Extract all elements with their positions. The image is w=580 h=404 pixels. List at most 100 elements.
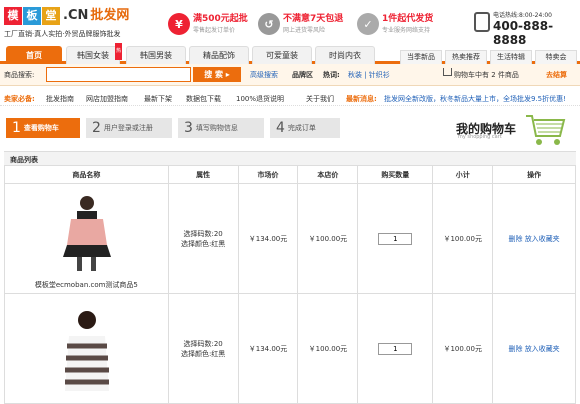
attr-color: 选择颜色:红黑 xyxy=(180,239,226,248)
step-label: 填写购物信息 xyxy=(195,124,238,132)
link-data-download[interactable]: 数据包下载 xyxy=(186,94,221,104)
hot-words[interactable]: 秋装 | 针织衫 xyxy=(348,70,390,80)
step-label: 完成订单 xyxy=(287,124,316,132)
nav-tab-accessories[interactable]: 精品配饰 xyxy=(189,46,249,64)
table-row: 选择码数:20选择颜色:红黑 ￥134.00元 ￥100.00元 ￥100.00… xyxy=(4,293,576,404)
logo-char-2: 板 xyxy=(23,7,41,25)
product-cell: 模板堂ecmoban.com测试商品5 xyxy=(4,183,169,294)
advanced-search-link[interactable]: 高级搜索 xyxy=(250,70,278,80)
hot-badge: 热 xyxy=(114,43,122,60)
logo-domain: .CN xyxy=(63,8,89,23)
promo-wholesale: ¥ 满500元起批 零售起发订单价 xyxy=(168,12,248,36)
logo-char-3: 堂 xyxy=(42,7,60,25)
promo-title: 不满意7天包退 xyxy=(283,14,344,24)
quantity-input[interactable] xyxy=(378,342,413,355)
nav-tab-home[interactable]: 首页 xyxy=(6,46,62,64)
promo-dropship: ✓ 1件起代发货 专业服务网络支持 xyxy=(357,12,433,36)
nav-tab-kids[interactable]: 可爱童装 xyxy=(252,46,312,64)
cart-table: 商品名称 属性 市场价 本店价 购买数量 小计 操作 模板堂ecmoban.co… xyxy=(4,165,576,404)
return-icon: ↺ xyxy=(258,13,280,35)
attr-color: 选择颜色:红黑 xyxy=(180,349,226,358)
quantity-input[interactable] xyxy=(378,232,413,245)
delete-link[interactable]: 删除 xyxy=(508,345,522,353)
nav-right-new[interactable]: 当季新品 xyxy=(400,50,442,64)
product-cell xyxy=(4,293,169,404)
col-price: 本店价 xyxy=(297,165,359,184)
link-about[interactable]: 关于我们 xyxy=(306,94,334,104)
product-image[interactable] xyxy=(51,191,122,276)
step-fill-info: 3 填写购物信息 xyxy=(178,118,264,138)
market-price: ￥134.00元 xyxy=(237,293,299,404)
promo-sub: 专业服务网络支持 xyxy=(382,27,431,34)
product-image[interactable] xyxy=(51,306,122,391)
add-favorite-link[interactable]: 放入收藏夹 xyxy=(525,235,560,243)
promo-sub: 零售起发订单价 xyxy=(193,27,236,34)
add-favorite-link[interactable]: 放入收藏夹 xyxy=(525,345,560,353)
subtotal: ￥100.00元 xyxy=(432,293,494,404)
promo-title: 满500元起批 xyxy=(193,14,248,24)
news-label: 最新消息: xyxy=(346,95,377,103)
col-name: 商品名称 xyxy=(4,165,169,184)
nav-tab-women[interactable]: 韩国女装热 xyxy=(66,43,122,64)
cart-summary[interactable]: 购物车中有 2 件商品 xyxy=(454,70,519,80)
col-market-price: 市场价 xyxy=(237,165,299,184)
attr-cell: 选择码数:20 选择颜色:红黑 xyxy=(167,293,239,404)
link-delisted[interactable]: 最新下架 xyxy=(144,94,172,104)
checkout-steps: 1 查看购物车 2 用户登录或注册 3 填写购物信息 4 完成订单 xyxy=(6,118,346,138)
promo-sub: 网上进货零风险 xyxy=(283,27,326,34)
logo-tag: 批发网 xyxy=(90,8,130,23)
site-logo[interactable]: 模板堂 .CN 批发网 工厂直销·真人实拍·外贸品牌服饰批发 xyxy=(4,4,139,44)
nav-tab-underwear[interactable]: 时尚内衣 xyxy=(315,46,375,64)
step-login: 2 用户登录或注册 xyxy=(86,118,172,138)
nav-right-life[interactable]: 生活特辑 xyxy=(490,50,532,64)
search-input[interactable] xyxy=(46,67,191,82)
qty-cell xyxy=(357,293,434,404)
links-head: 卖家必备: xyxy=(4,95,35,103)
checkout-link[interactable]: 去结算 xyxy=(546,70,567,80)
phone-label: 电话热线:8:00-24:00 xyxy=(493,12,552,19)
logo-char-1: 模 xyxy=(4,7,22,25)
step-number: 1 xyxy=(12,120,21,136)
qty-cell xyxy=(357,183,434,294)
product-name-link[interactable]: 模板堂ecmoban.com测试商品5 xyxy=(5,280,168,290)
col-attr: 属性 xyxy=(167,165,239,184)
shop-price: ￥100.00元 xyxy=(297,183,359,294)
hot-words-label: 热词: xyxy=(323,71,340,79)
col-qty: 购买数量 xyxy=(357,165,434,184)
attr-cell: 选择码数:20 选择颜色:红黑 xyxy=(167,183,239,294)
nav-tab-men[interactable]: 韩国男装 xyxy=(126,46,186,64)
cart-icon xyxy=(443,68,452,76)
attr-size: 选择码数:20 xyxy=(183,339,223,348)
step-view-cart: 1 查看购物车 xyxy=(6,118,80,138)
search-label: 商品搜索: xyxy=(4,71,35,79)
link-return-policy[interactable]: 100%退货说明 xyxy=(236,94,284,104)
promo-return: ↺ 不满意7天包退 网上进货零风险 xyxy=(258,12,343,36)
delete-link[interactable]: 删除 xyxy=(508,235,522,243)
ops-cell: 删除 放入收藏夹 xyxy=(492,183,576,294)
shield-icon: ✓ xyxy=(357,13,379,35)
nav-right-sale[interactable]: 特卖会 xyxy=(535,50,577,64)
subtotal: ￥100.00元 xyxy=(432,183,494,294)
seller-links: 卖家必备: 批发指南 网店加盟指南 最新下架 数据包下载 100%退货说明 关于… xyxy=(0,92,580,106)
step-label: 查看购物车 xyxy=(23,124,59,132)
step-number: 3 xyxy=(184,120,193,136)
market-price: ￥134.00元 xyxy=(237,183,299,294)
logo-slogan: 工厂直销·真人实拍·外贸品牌服饰批发 xyxy=(4,30,121,38)
phone-hotline: 电话热线:8:00-24:00 400-888-8888 xyxy=(493,10,580,47)
shop-price: ￥100.00元 xyxy=(297,293,359,404)
link-franchise[interactable]: 网店加盟指南 xyxy=(86,94,128,104)
attr-size: 选择码数:20 xyxy=(183,229,223,238)
brand-zone-label[interactable]: 品牌区 xyxy=(292,70,313,80)
table-header-row: 商品名称 属性 市场价 本店价 购买数量 小计 操作 xyxy=(4,165,576,184)
col-ops: 操作 xyxy=(492,165,576,184)
nav-right-hot[interactable]: 热卖推荐 xyxy=(445,50,487,64)
link-wholesale-guide[interactable]: 批发指南 xyxy=(46,94,74,104)
nav-tab-label: 韩国女装 xyxy=(77,51,109,60)
wholesale-icon: ¥ xyxy=(168,13,190,35)
shopping-cart-icon xyxy=(526,115,566,145)
news-text[interactable]: 批发网全新改版，秋冬新品大量上市，全场批发9.5折优惠! xyxy=(384,94,566,104)
ops-cell: 删除 放入收藏夹 xyxy=(492,293,576,404)
search-button[interactable]: 搜 索 ▸ xyxy=(193,67,241,82)
step-label: 用户登录或注册 xyxy=(103,124,153,132)
phone-icon xyxy=(474,12,490,32)
